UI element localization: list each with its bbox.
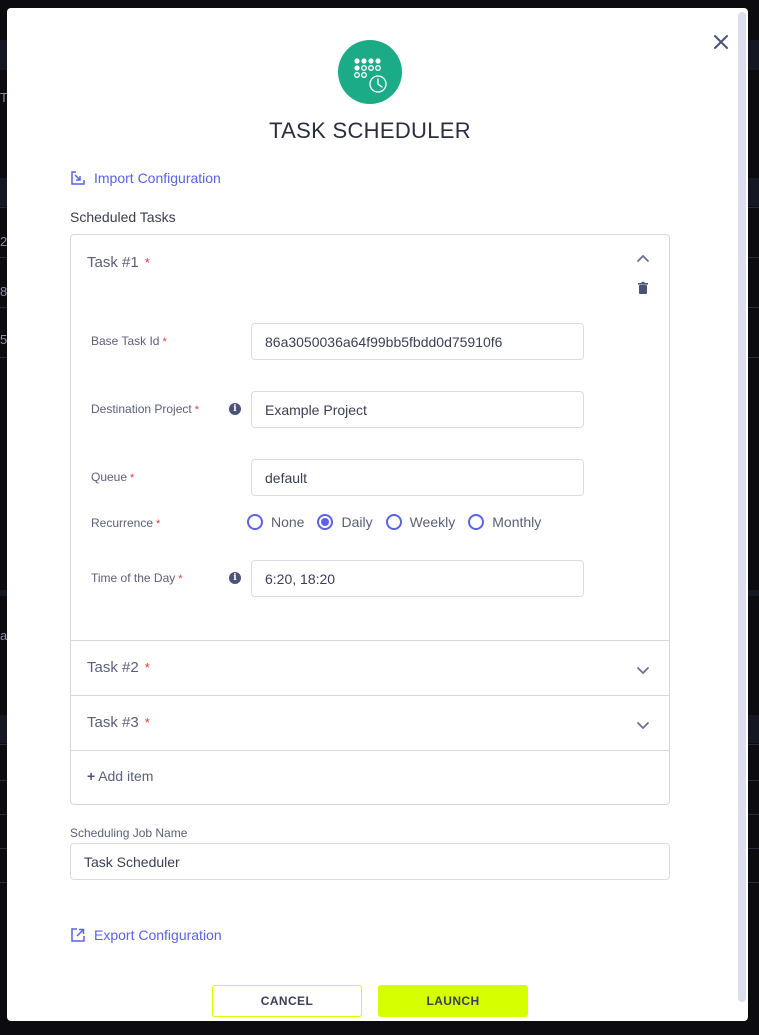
import-configuration-label: Import Configuration [94,170,221,186]
recurrence-option-weekly[interactable]: Weekly [385,514,456,530]
add-item-label: Add item [98,768,154,784]
radio-label: Monthly [492,514,542,530]
radio-label: Weekly [409,514,456,530]
queue-label: Queue * [91,470,134,484]
queue-label-text: Queue [91,470,128,484]
destination-project-label-text: Destination Project [91,402,192,416]
required-marker: * [144,255,150,270]
plus-icon: + [87,768,96,784]
task-1-header[interactable]: Task #1 * [87,254,150,271]
task-2-header[interactable]: Task #2 * [87,659,150,676]
scheduling-job-name-input[interactable] [70,843,670,880]
radio-label: Daily [341,514,373,530]
time-of-day-input[interactable] [251,560,584,597]
required-marker: * [178,573,183,585]
info-icon[interactable]: i [229,572,241,584]
task-3-title: Task #3 [87,714,139,731]
required-marker: * [144,660,150,675]
required-marker: * [194,404,199,416]
close-icon [714,35,728,49]
required-marker: * [144,715,150,730]
required-marker: * [130,472,135,484]
time-of-day-label-text: Time of the Day [91,571,176,585]
destination-project-label: Destination Project * [91,402,199,416]
info-icon[interactable]: i [229,403,241,415]
export-icon [71,928,85,942]
task-divider [71,640,669,641]
chevron-down-icon[interactable] [636,663,650,677]
radio-button-selected[interactable] [317,514,334,530]
task-2-title: Task #2 [87,659,139,676]
radio-button[interactable] [247,514,263,530]
calendar-clock-icon [354,58,387,93]
task-scheduler-logo [338,40,402,104]
radio-button[interactable] [385,514,402,530]
base-task-id-input[interactable] [251,323,584,360]
import-icon [71,171,85,185]
close-button[interactable] [711,32,731,52]
recurrence-radio-group: None Daily Weekly Monthly [247,514,554,530]
recurrence-label-text: Recurrence [91,516,154,530]
chevron-up-icon[interactable] [636,252,650,266]
recurrence-option-monthly[interactable]: Monthly [468,514,541,530]
launch-button[interactable]: LAUNCH [378,985,528,1017]
radio-button[interactable] [468,514,485,530]
scheduled-tasks-list: Task #1* Base Task Id* Destination Proje… [70,234,670,805]
task-3-header[interactable]: Task #3 * [87,714,150,731]
export-configuration-label: Export Configuration [94,927,222,943]
trash-icon[interactable] [636,281,650,295]
scheduling-job-name-label: Scheduling Job Name [70,826,188,840]
recurrence-option-daily[interactable]: Daily [317,514,373,530]
add-item-button[interactable]: + Add item [87,768,153,784]
required-marker: * [162,336,167,348]
task-scheduler-dialog: TASK SCHEDULER Import Configuration Sche… [7,8,748,1021]
chevron-down-icon[interactable] [636,718,650,732]
recurrence-label: Recurrence * [91,516,160,530]
dialog-scrollbar[interactable] [738,12,746,1002]
dialog-title: TASK SCHEDULER [269,118,471,143]
base-task-id-label-text: Base Task Id [91,334,160,348]
task-divider [71,695,669,696]
radio-label: None [271,514,305,530]
base-task-id-label: Base Task Id * [91,334,167,348]
recurrence-option-none[interactable]: None [247,514,304,530]
time-of-day-label: Time of the Day * [91,571,183,585]
task-divider [71,750,669,751]
destination-project-input[interactable] [251,391,584,428]
cancel-button[interactable]: CANCEL [212,985,362,1017]
task-1-title: Task #1 [87,254,139,271]
export-configuration-link[interactable]: Export Configuration [70,927,222,943]
required-marker: * [156,518,161,530]
queue-input[interactable] [251,459,584,496]
scheduled-tasks-label: Scheduled Tasks [70,209,176,225]
import-configuration-link[interactable]: Import Configuration [70,170,221,186]
